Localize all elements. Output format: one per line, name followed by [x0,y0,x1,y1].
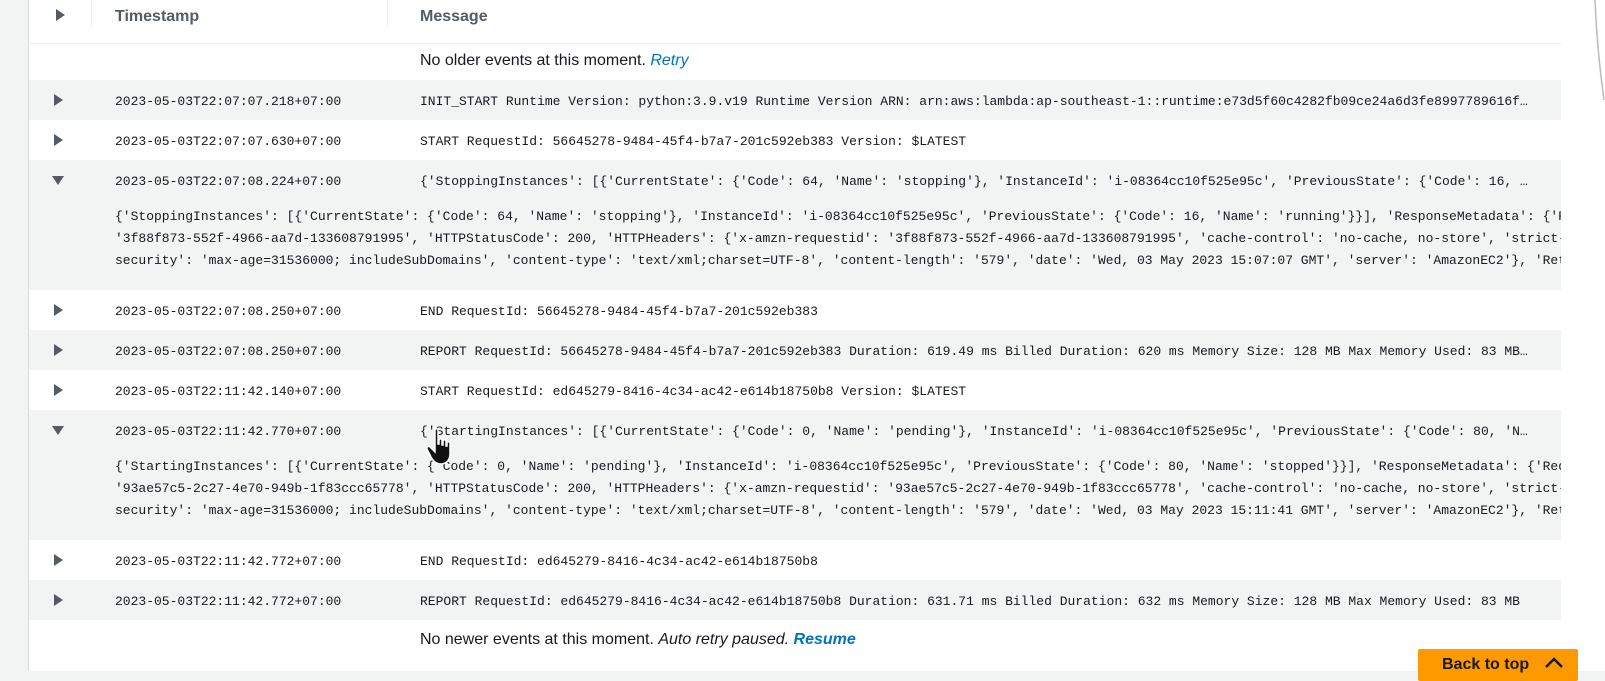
back-to-top-button[interactable]: Back to top [1418,649,1578,681]
expand-all-caret-icon[interactable] [53,8,67,22]
caret-down-icon[interactable] [51,423,65,437]
log-event-row[interactable]: 2023-05-03T22:07:08.224+07:00 {'StoppingI… [29,160,1561,290]
log-events-panel: Timestamp Message No older events at thi… [28,0,1562,671]
hand-cursor-icon [426,428,456,466]
back-to-top-label: Back to top [1442,656,1530,673]
older-events-text: No older events at this moment. [420,52,646,69]
caret-right-icon[interactable] [51,593,65,607]
event-detail-line: '93ae57c5-2c27-4e70-949b-1f83ccc65778', … [115,481,1561,496]
event-detail-line: security': 'max-age=31536000; includeSub… [115,253,1561,268]
event-message: START RequestId: 56645278-9484-45f4-b7a7… [420,134,967,149]
caret-right-icon[interactable] [51,553,65,567]
event-detail-line: {'StoppingInstances': [{'CurrentState': … [115,209,1561,224]
event-detail: {'StoppingInstances': [{'CurrentState': … [115,206,1561,272]
right-margin [1561,0,1605,671]
caret-right-icon[interactable] [51,93,65,107]
event-message: END RequestId: ed645279-8416-4c34-ac42-e… [420,554,818,569]
log-event-row[interactable]: 2023-05-03T22:07:08.250+07:00 END Request… [29,290,1561,330]
event-message: {'StartingInstances': [{'CurrentState': … [420,424,1530,439]
event-timestamp: 2023-05-03T22:11:42.772+07:00 [115,594,342,609]
event-message: START RequestId: ed645279-8416-4c34-ac42… [420,384,967,399]
retry-link[interactable]: Retry [650,52,688,69]
event-timestamp: 2023-05-03T22:11:42.772+07:00 [115,554,342,569]
auto-retry-paused-text: Auto retry paused. [658,631,790,648]
newer-events-text: No newer events at this moment. [420,631,654,648]
event-message: INIT_START Runtime Version: python:3.9.v… [420,94,1530,109]
event-message: END RequestId: 56645278-9484-45f4-b7a7-2… [420,304,818,319]
caret-right-icon[interactable] [51,343,65,357]
log-event-row[interactable]: 2023-05-03T22:11:42.772+07:00 END Request… [29,540,1561,580]
event-detail-line: security': 'max-age=31536000; includeSub… [115,503,1561,518]
column-divider[interactable] [387,0,388,28]
column-divider[interactable] [91,0,92,28]
event-detail-line: '3f88f873-552f-4966-aa7d-133608791995', … [115,231,1561,246]
event-timestamp: 2023-05-03T22:07:07.218+07:00 [115,94,342,109]
table-header: Timestamp Message [29,0,1561,44]
log-event-row[interactable]: 2023-05-03T22:07:07.218+07:00 INIT_START … [29,80,1561,120]
caret-down-icon[interactable] [51,173,65,187]
event-timestamp: 2023-05-03T22:07:07.630+07:00 [115,134,342,149]
event-message: REPORT RequestId: 56645278-9484-45f4-b7a… [420,344,1530,359]
log-event-row[interactable]: 2023-05-03T22:07:07.630+07:00 START Reque… [29,120,1561,160]
event-timestamp: 2023-05-03T22:07:08.224+07:00 [115,174,342,189]
event-timestamp: 2023-05-03T22:07:08.250+07:00 [115,304,342,319]
timestamp-column-header[interactable]: Timestamp [115,8,199,26]
event-timestamp: 2023-05-03T22:07:08.250+07:00 [115,344,342,359]
event-detail: {'StartingInstances': [{'CurrentState': … [115,456,1561,522]
older-events-notice: No older events at this moment. Retry [420,52,689,70]
chevron-up-icon [1544,655,1564,674]
resume-link[interactable]: Resume [794,631,856,648]
scrollbar[interactable] [1593,0,1605,100]
caret-right-icon[interactable] [51,383,65,397]
caret-right-icon[interactable] [51,133,65,147]
log-event-row[interactable]: 2023-05-03T22:11:42.770+07:00 {'StartingI… [29,410,1561,540]
message-column-header[interactable]: Message [420,8,488,26]
event-message: REPORT RequestId: ed645279-8416-4c34-ac4… [420,594,1520,609]
log-event-row[interactable]: 2023-05-03T22:11:42.140+07:00 START Reque… [29,370,1561,410]
caret-right-icon[interactable] [51,303,65,317]
log-event-row[interactable]: 2023-05-03T22:07:08.250+07:00 REPORT Requ… [29,330,1561,370]
event-timestamp: 2023-05-03T22:11:42.770+07:00 [115,424,342,439]
log-event-row[interactable]: 2023-05-03T22:11:42.772+07:00 REPORT Requ… [29,580,1561,620]
event-message: {'StoppingInstances': [{'CurrentState': … [420,174,1530,189]
event-timestamp: 2023-05-03T22:11:42.140+07:00 [115,384,342,399]
newer-events-notice: No newer events at this moment. Auto ret… [420,631,856,649]
event-detail-line: {'StartingInstances': [{'CurrentState': … [115,459,1561,474]
